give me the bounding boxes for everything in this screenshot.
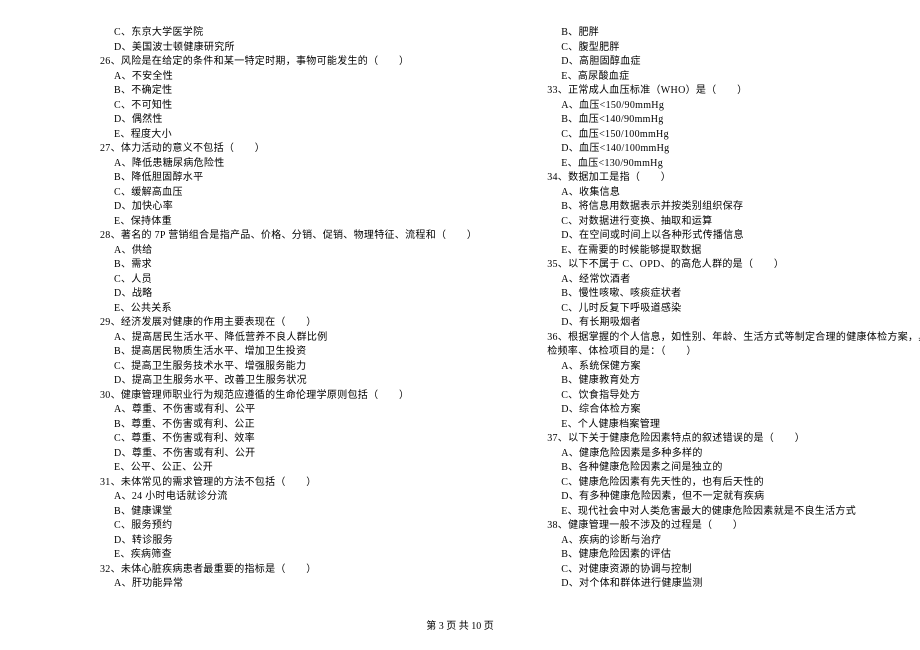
question-line: 30、健康管理师职业行为规范应遵循的生命伦理学原则包括（ ） <box>100 389 477 404</box>
option-line: C、服务预约 <box>100 519 477 534</box>
option-line: E、程度大小 <box>100 128 477 143</box>
option-line: C、不可知性 <box>100 99 477 114</box>
option-line: B、尊重、不伤害或有利、公正 <box>100 418 477 433</box>
option-line: B、健康危险因素的评估 <box>547 548 920 563</box>
option-line: E、公共关系 <box>100 302 477 317</box>
option-line: A、供给 <box>100 244 477 259</box>
option-line: A、血压<150/90mmHg <box>547 99 920 114</box>
option-line: C、提高卫生服务技术水平、增强服务能力 <box>100 360 477 375</box>
option-line: C、东京大学医学院 <box>100 26 477 41</box>
question-line: 33、正常成人血压标准（WHO）是（ ） <box>547 84 920 99</box>
question-line: 27、体力活动的意义不包括（ ） <box>100 142 477 157</box>
option-line: D、战略 <box>100 287 477 302</box>
option-line: A、经常饮酒者 <box>547 273 920 288</box>
right-column: B、肥胖C、腹型肥胖D、高胆固醇血症E、高尿酸血症33、正常成人血压标准（WHO… <box>547 26 920 592</box>
option-line: A、收集信息 <box>547 186 920 201</box>
left-column: C、东京大学医学院D、美国波士顿健康研究所26、风险是在给定的条件和某一特定时期… <box>100 26 477 592</box>
option-line: D、有长期吸烟者 <box>547 316 920 331</box>
option-line: E、高尿酸血症 <box>547 70 920 85</box>
option-line: A、健康危险因素是多种多样的 <box>547 447 920 462</box>
option-line: D、高胆固醇血症 <box>547 55 920 70</box>
option-line: D、血压<140/100mmHg <box>547 142 920 157</box>
option-line: B、慢性咳嗽、咳痰症状者 <box>547 287 920 302</box>
option-line: D、提高卫生服务水平、改善卫生服务状况 <box>100 374 477 389</box>
option-line: A、提高居民生活水平、降低营养不良人群比例 <box>100 331 477 346</box>
question-line: 32、未体心脏疾病患者最重要的指标是（ ） <box>100 563 477 578</box>
option-line: A、肝功能异常 <box>100 577 477 592</box>
option-line: A、系统保健方案 <box>547 360 920 375</box>
option-line: D、有多种健康危险因素，但不一定就有疾病 <box>547 490 920 505</box>
option-line: C、腹型肥胖 <box>547 41 920 56</box>
option-line: C、儿时反复下呼吸道感染 <box>547 302 920 317</box>
option-line: A、24 小时电话就诊分流 <box>100 490 477 505</box>
exam-page: C、东京大学医学院D、美国波士顿健康研究所26、风险是在给定的条件和某一特定时期… <box>0 0 920 592</box>
option-line: C、缓解高血压 <box>100 186 477 201</box>
question-line: 检频率、体检项目的是：（ ） <box>547 345 920 360</box>
question-line: 29、经济发展对健康的作用主要表现在（ ） <box>100 316 477 331</box>
question-line: 36、根据掌握的个人信息，如性别、年龄、生活方式等制定合理的健康体检方案，具体包… <box>547 331 920 346</box>
option-line: A、疾病的诊断与治疗 <box>547 534 920 549</box>
question-line: 38、健康管理一般不涉及的过程是（ ） <box>547 519 920 534</box>
option-line: B、血压<140/90mmHg <box>547 113 920 128</box>
question-line: 34、数据加工是指（ ） <box>547 171 920 186</box>
question-line: 31、未体常见的需求管理的方法不包括（ ） <box>100 476 477 491</box>
option-line: B、需求 <box>100 258 477 273</box>
option-line: E、血压<130/90mmHg <box>547 157 920 172</box>
option-line: A、尊重、不伤害或有利、公平 <box>100 403 477 418</box>
option-line: C、健康危险因素有先天性的，也有后天性的 <box>547 476 920 491</box>
option-line: B、提高居民物质生活水平、增加卫生投资 <box>100 345 477 360</box>
option-line: E、在需要的时候能够提取数据 <box>547 244 920 259</box>
option-line: C、血压<150/100mmHg <box>547 128 920 143</box>
option-line: A、不安全性 <box>100 70 477 85</box>
option-line: C、尊重、不伤害或有利、效率 <box>100 432 477 447</box>
option-line: D、综合体检方案 <box>547 403 920 418</box>
option-line: D、美国波士顿健康研究所 <box>100 41 477 56</box>
page-footer: 第 3 页 共 10 页 <box>0 617 920 632</box>
option-line: C、对健康资源的协调与控制 <box>547 563 920 578</box>
option-line: B、健康课堂 <box>100 505 477 520</box>
option-line: A、降低患糖尿病危险性 <box>100 157 477 172</box>
option-line: D、在空间或时间上以各种形式传播信息 <box>547 229 920 244</box>
option-line: E、公平、公正、公开 <box>100 461 477 476</box>
option-line: C、人员 <box>100 273 477 288</box>
option-line: D、加快心率 <box>100 200 477 215</box>
option-line: E、个人健康档案管理 <box>547 418 920 433</box>
option-line: E、现代社会中对人类危害最大的健康危险因素就是不良生活方式 <box>547 505 920 520</box>
question-line: 35、以下不属于 C、OPD、的高危人群的是（ ） <box>547 258 920 273</box>
option-line: C、对数据进行变换、抽取和运算 <box>547 215 920 230</box>
option-line: B、将信息用数据表示并按类别组织保存 <box>547 200 920 215</box>
question-line: 37、以下关于健康危险因素特点的叙述错误的是（ ） <box>547 432 920 447</box>
option-line: B、健康教育处方 <box>547 374 920 389</box>
option-line: E、疾病筛查 <box>100 548 477 563</box>
option-line: D、对个体和群体进行健康监测 <box>547 577 920 592</box>
option-line: D、转诊服务 <box>100 534 477 549</box>
option-line: E、保持体重 <box>100 215 477 230</box>
option-line: B、降低胆固醇水平 <box>100 171 477 186</box>
option-line: B、不确定性 <box>100 84 477 99</box>
option-line: D、偶然性 <box>100 113 477 128</box>
question-line: 28、著名的 7P 营销组合是指产品、价格、分销、促销、物理特征、流程和（ ） <box>100 229 477 244</box>
option-line: D、尊重、不伤害或有利、公开 <box>100 447 477 462</box>
option-line: C、饮食指导处方 <box>547 389 920 404</box>
option-line: B、肥胖 <box>547 26 920 41</box>
question-line: 26、风险是在给定的条件和某一特定时期，事物可能发生的（ ） <box>100 55 477 70</box>
option-line: B、各种健康危险因素之间是独立的 <box>547 461 920 476</box>
